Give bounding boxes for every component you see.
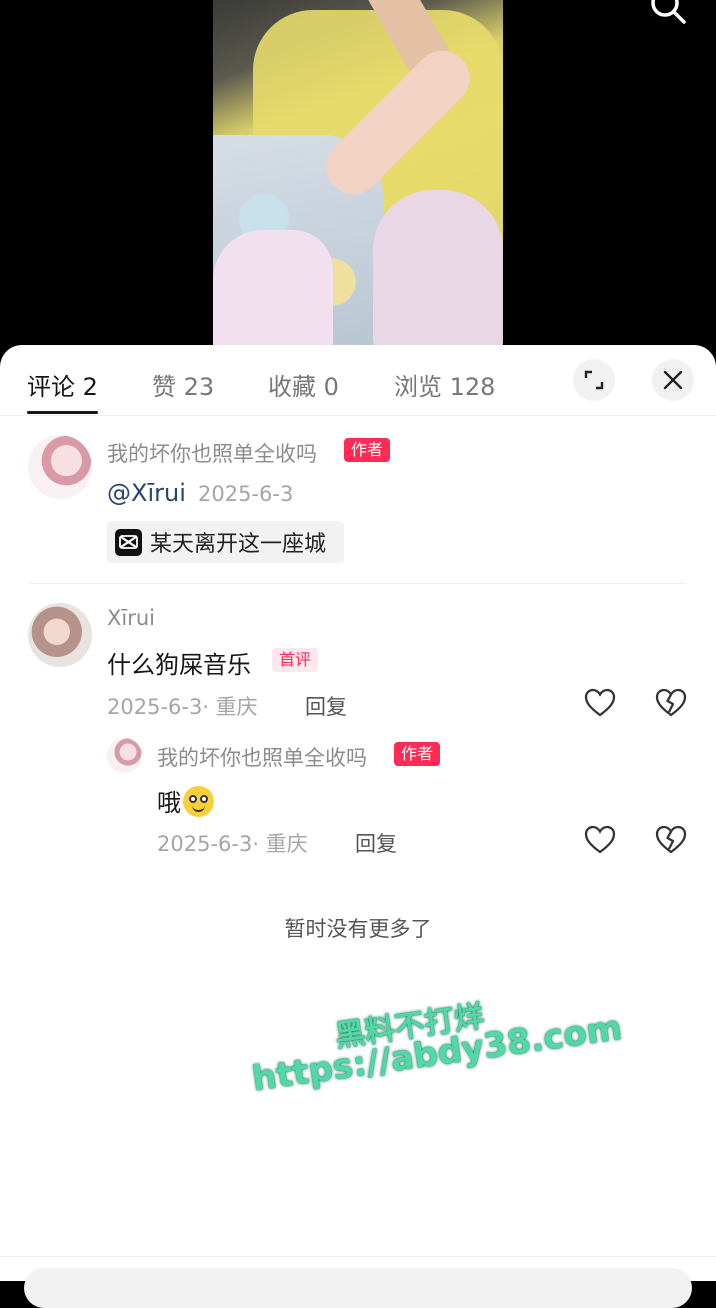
- no-more-text: 暂时没有更多了: [284, 917, 432, 941]
- comment-meta: 2025-6-3· 重庆: [107, 695, 258, 719]
- divider: [30, 583, 686, 584]
- music-title: 某天离开这一座城: [150, 532, 327, 557]
- reply-reply-button[interactable]: 回复: [355, 828, 397, 858]
- author-avatar[interactable]: [28, 435, 92, 499]
- reply-author-badge: 作者: [394, 742, 441, 766]
- tab-likes[interactable]: 赞 23: [152, 367, 214, 402]
- post-date: 2025-6-3: [198, 482, 294, 506]
- reply-button[interactable]: 回复: [305, 691, 347, 721]
- reply-text: 哦: [157, 789, 181, 817]
- music-chip[interactable]: 某天离开这一座城: [107, 521, 344, 563]
- reply-user-name[interactable]: 我的坏你也照单全收吗: [157, 742, 367, 772]
- video-leg: [373, 190, 503, 345]
- tab-views[interactable]: 浏览 128: [394, 367, 495, 402]
- first-comment-badge: 首评: [272, 648, 319, 672]
- reply-meta: 2025-6-3· 重庆: [157, 832, 308, 856]
- smile-emoji-icon: [183, 786, 214, 817]
- reply-avatar[interactable]: [107, 738, 142, 773]
- comment-text: 什么狗屎音乐: [107, 651, 251, 679]
- commenter-avatar[interactable]: [28, 603, 92, 667]
- video-frame: [213, 0, 503, 345]
- comment-input[interactable]: [24, 1268, 692, 1308]
- author-badge: 作者: [344, 438, 391, 462]
- search-icon[interactable]: [648, 0, 688, 26]
- mention-link[interactable]: @Xīrui: [107, 479, 186, 507]
- broken-heart-icon[interactable]: [654, 686, 688, 720]
- video-sleeve: [213, 230, 333, 345]
- reply-text-line: 哦: [157, 783, 214, 818]
- close-icon: [663, 370, 683, 390]
- commenter-name[interactable]: Xīrui: [107, 606, 155, 630]
- comment-sheet: 评论 2 赞 23 收藏 0 浏览 128 我的坏你也照单全收吗 作者 @Xīr…: [0, 345, 716, 1280]
- expand-icon: [584, 370, 604, 390]
- broken-heart-icon[interactable]: [654, 823, 688, 857]
- capcut-icon: [115, 528, 142, 556]
- tab-favorites[interactable]: 收藏 0: [268, 367, 339, 402]
- heart-icon[interactable]: [583, 823, 617, 857]
- active-tab-indicator: [27, 411, 98, 414]
- tab-bar: 评论 2 赞 23 收藏 0 浏览 128: [0, 345, 716, 416]
- tab-comments[interactable]: 评论 2: [27, 367, 98, 402]
- author-name[interactable]: 我的坏你也照单全收吗: [107, 438, 317, 468]
- video-player[interactable]: [0, 0, 716, 345]
- close-button[interactable]: [652, 359, 694, 401]
- heart-icon[interactable]: [583, 686, 617, 720]
- expand-button[interactable]: [573, 359, 615, 401]
